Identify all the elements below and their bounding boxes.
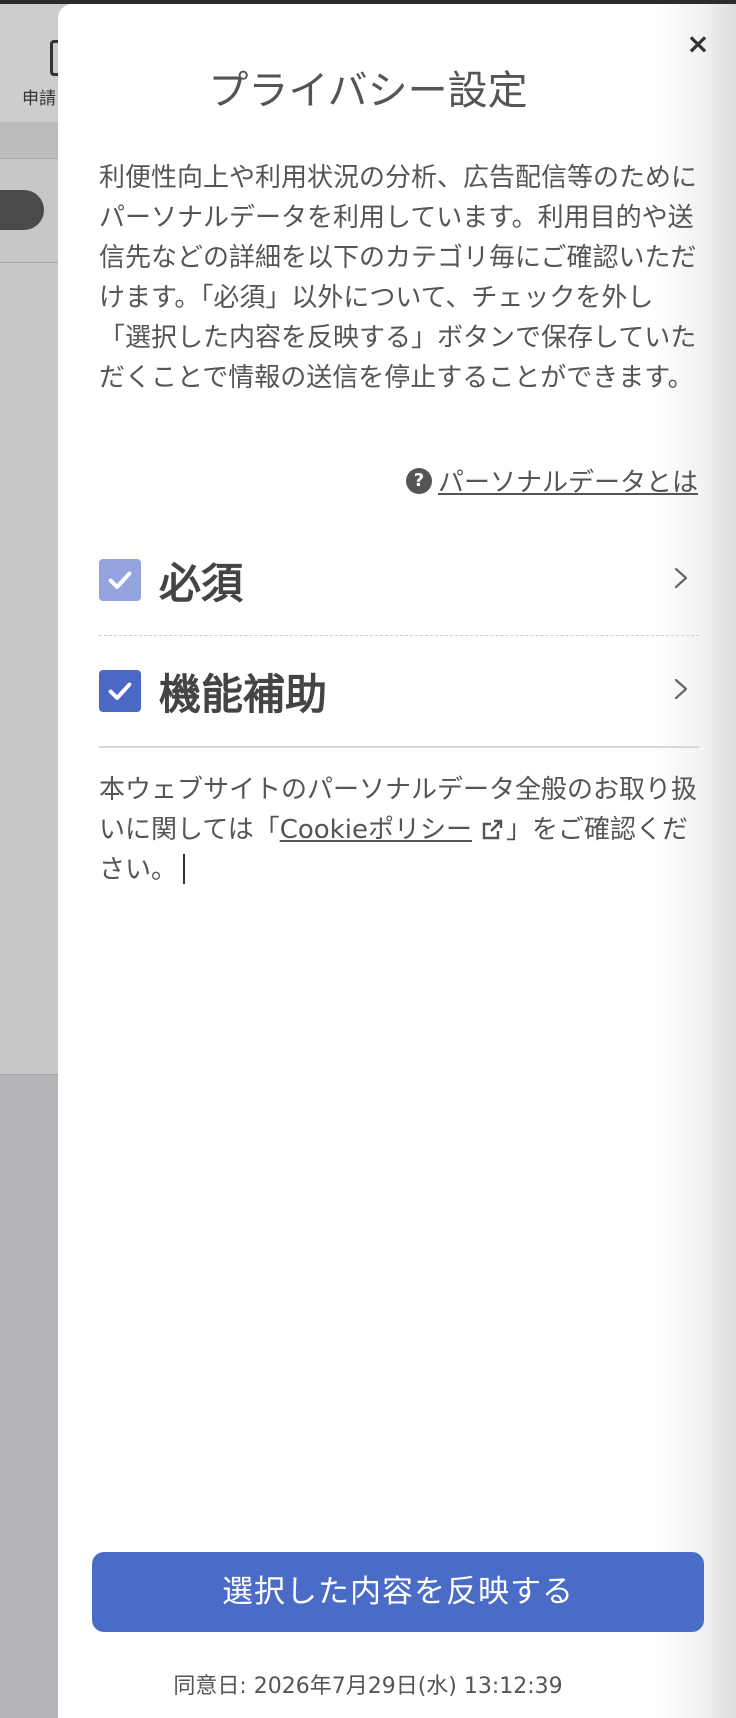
top-edge — [0, 0, 736, 4]
dialog-title: プライバシー設定 — [208, 68, 528, 114]
personal-data-link[interactable]: パーソナルデータとは — [438, 462, 698, 499]
question-icon: ? — [405, 467, 432, 494]
external-link-icon — [482, 819, 503, 840]
check-icon — [108, 682, 132, 700]
background-divider — [0, 262, 60, 263]
background-lower-area — [0, 1075, 60, 1718]
background-toggle — [0, 190, 44, 230]
category-functional[interactable]: 機能補助 — [99, 636, 699, 748]
category-label: 必須 — [159, 558, 244, 608]
text-cursor — [183, 854, 186, 884]
dialog-description: 利便性向上や利用状況の分析、広告配信等のためにパーソナルデータを利用しています。… — [99, 163, 698, 393]
required-checkbox — [99, 559, 141, 601]
close-button[interactable]: × — [684, 30, 712, 58]
chevron-right-icon[interactable] — [669, 674, 693, 704]
category-label: 機能補助 — [159, 669, 328, 719]
background-strip — [0, 122, 60, 159]
cookie-policy-text: 本ウェブサイトのパーソナルデータ全般のお取り扱いに関しては「Cookieポリシー… — [99, 770, 699, 890]
check-icon — [108, 571, 132, 589]
category-required[interactable]: 必須 — [99, 525, 699, 636]
chevron-right-icon[interactable] — [669, 563, 693, 593]
apply-selection-button[interactable]: 選択した内容を反映する — [92, 1552, 704, 1632]
personal-data-help[interactable]: ? パーソナルデータとは — [405, 462, 698, 499]
cookie-policy-link[interactable]: Cookieポリシー — [280, 815, 472, 845]
functional-checkbox[interactable] — [99, 670, 141, 712]
consent-date: 同意日: 2026年7月29日(水) 13:12:39 — [173, 1674, 563, 1699]
